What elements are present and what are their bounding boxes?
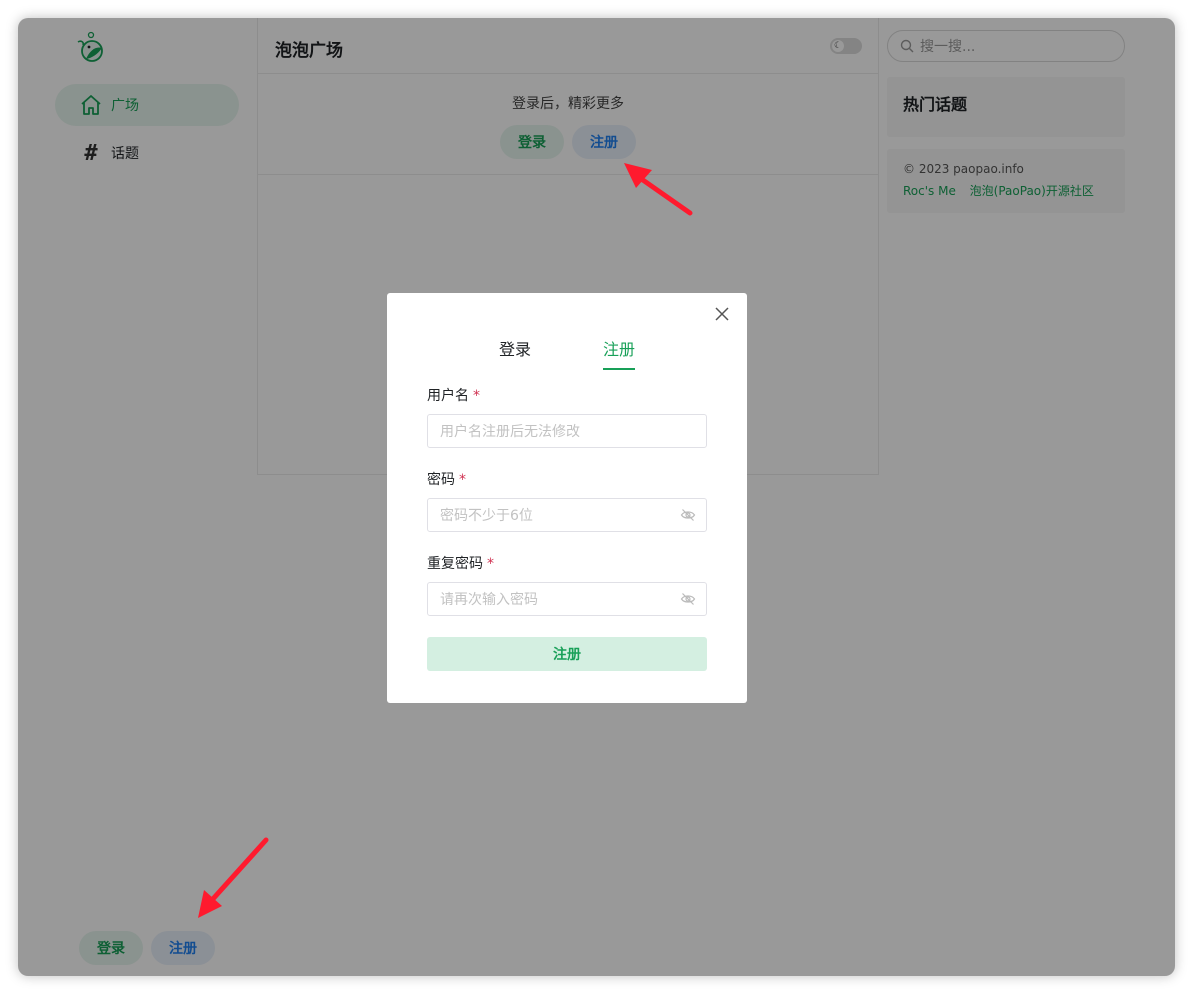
annotation-arrows bbox=[198, 163, 693, 918]
arrow-top-annotation bbox=[624, 163, 693, 216]
arrow-bottom-annotation bbox=[198, 837, 269, 918]
